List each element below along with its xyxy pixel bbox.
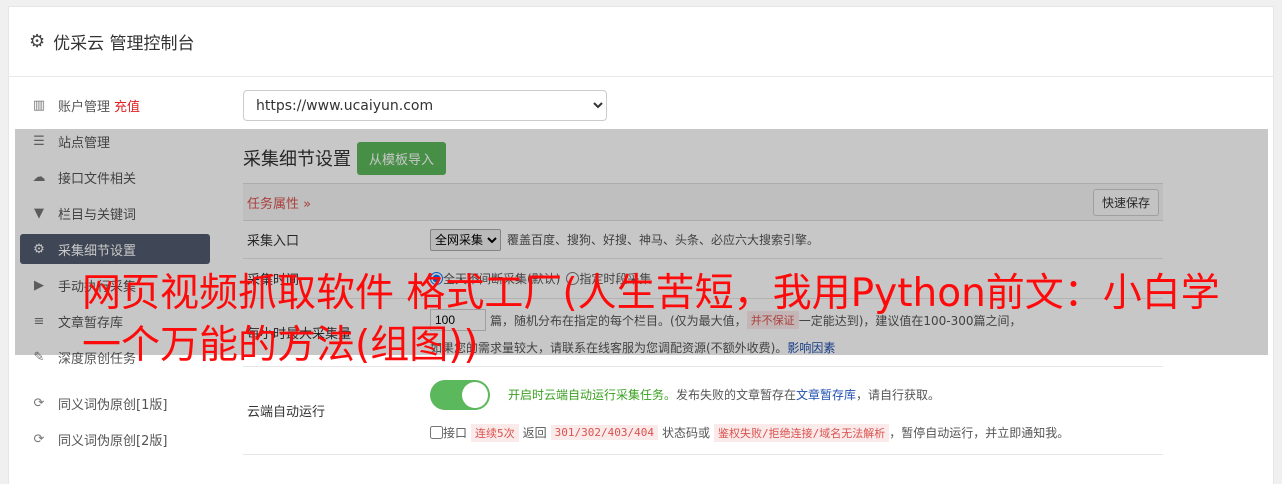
console-header: ⚙ 优采云 管理控制台 [9, 7, 1273, 77]
sidebar-divider [20, 378, 210, 388]
page-title: 优采云 管理控制台 [53, 34, 195, 54]
cloud-run-desc-end: ，请自行获取。 [856, 388, 941, 402]
row-cloud-run: 云端自动运行 开启时云端自动运行采集任务。 发布失败的文章暂存在 文章暂存库 ，… [243, 367, 1163, 455]
sidebar-item-label: 同义词伪原创[1版] [58, 397, 168, 413]
status-codes-tag: 301/302/403/404 [550, 425, 658, 440]
bar-chart-icon: ▥ [32, 97, 46, 113]
cloud-run-toggle[interactable] [430, 379, 490, 410]
overlay-headline: 网页视频抓取软件 格式工厂(人生苦短，我用Python前文：小白学一个万能的方法… [82, 271, 1220, 368]
row-label: 云端自动运行 [247, 405, 326, 420]
refresh-icon: ⟳ [33, 431, 45, 447]
sidebar-item-label: 账户管理 [58, 99, 111, 115]
article-store-link[interactable]: 文章暂存库 [796, 386, 856, 403]
refresh-icon: ⟳ [33, 395, 45, 411]
checkbox-label: 接口 [443, 426, 468, 440]
pause-on-error-checkbox[interactable] [430, 426, 443, 439]
text-pause-notify: ，暂停自动运行，并立即通知我。 [889, 426, 1070, 440]
text-return: 返回 [522, 426, 547, 440]
auth-fail-tag: 鉴权失败/拒绝连接/域名无法解析 [714, 423, 890, 442]
site-select[interactable]: https://www.ucaiyun.com [243, 90, 607, 121]
recharge-link[interactable]: 充值 [114, 96, 140, 115]
text-status-code: 状态码或 [662, 426, 711, 440]
sidebar-item-synonym-v2[interactable]: ⟳ 同义词伪原创[2版] [20, 424, 210, 454]
sidebar-item-label: 同义词伪原创[2版] [58, 433, 168, 449]
gear-icon: ⚙ [29, 31, 46, 52]
sidebar-item-synonym-v1[interactable]: ⟳ 同义词伪原创[1版] [20, 388, 210, 418]
sidebar-item-account[interactable]: ▥ 账户管理 充值 [20, 90, 210, 120]
consecutive-tag: 连续5次 [471, 423, 519, 442]
cloud-run-desc: 发布失败的文章暂存在 [676, 388, 797, 402]
cloud-run-status: 开启时云端自动运行采集任务。 [508, 388, 677, 402]
